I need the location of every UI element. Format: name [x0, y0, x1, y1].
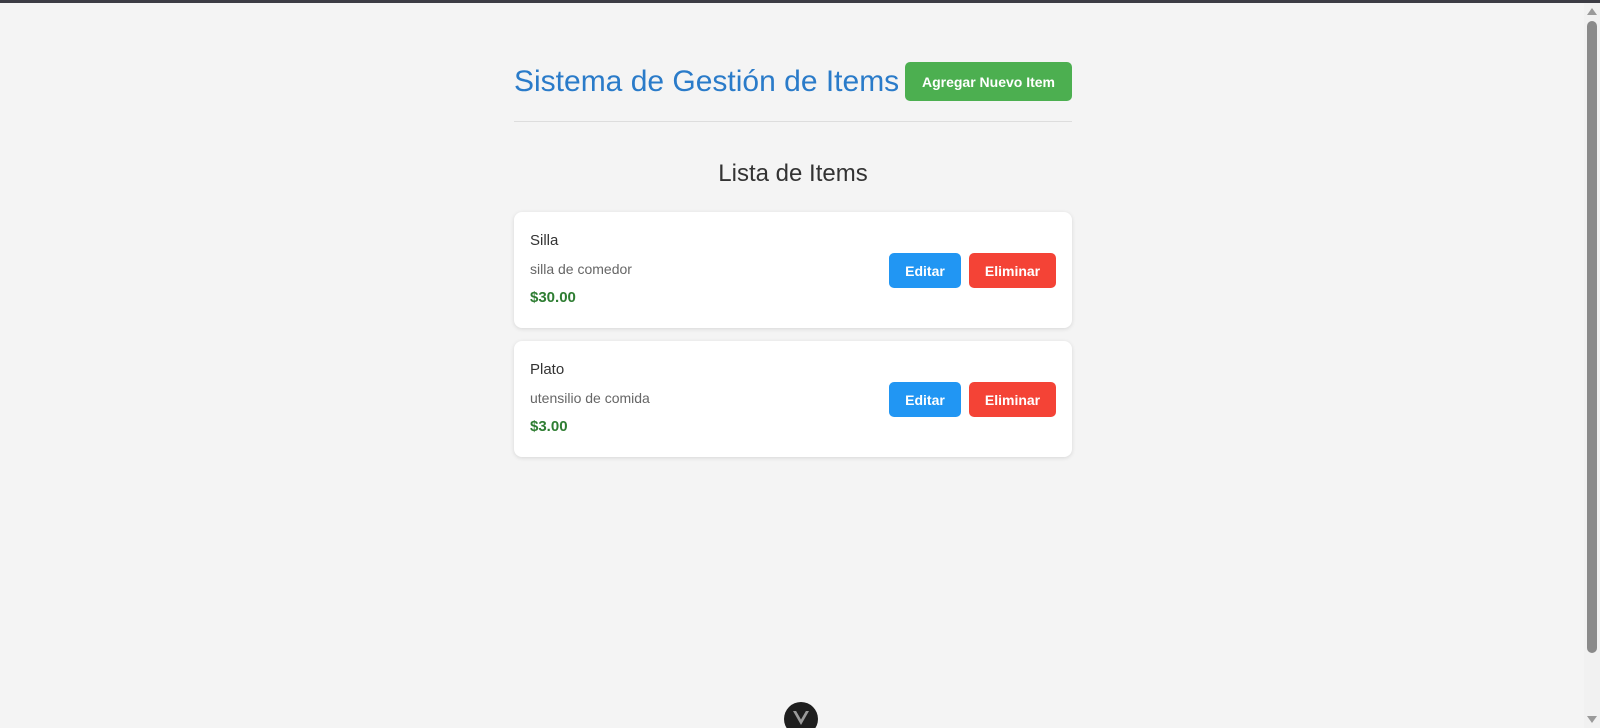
edit-button[interactable]: Editar — [889, 382, 961, 417]
item-description: silla de comedor — [530, 261, 632, 277]
page-title: Sistema de Gestión de Items — [514, 65, 900, 98]
list-title: Lista de Items — [718, 160, 868, 187]
item-card: Plato utensilio de comida $3.00 Editar E… — [514, 341, 1072, 457]
delete-button[interactable]: Eliminar — [969, 382, 1056, 417]
scrollbar-thumb[interactable] — [1587, 21, 1597, 653]
vue-logo-icon — [793, 711, 809, 725]
scroll-down-icon[interactable] — [1587, 716, 1597, 723]
item-price: $3.00 — [530, 418, 568, 435]
item-name: Silla — [530, 232, 559, 249]
item-card: Silla silla de comedor $30.00 Editar Eli… — [514, 212, 1072, 328]
delete-button[interactable]: Eliminar — [969, 253, 1056, 288]
scroll-up-icon[interactable] — [1587, 8, 1597, 15]
vue-devtools-toggle[interactable] — [784, 702, 818, 728]
add-item-button[interactable]: Agregar Nuevo Item — [905, 62, 1072, 101]
window-top-border — [0, 0, 1600, 3]
edit-button[interactable]: Editar — [889, 253, 961, 288]
item-description: utensilio de comida — [530, 390, 650, 406]
item-name: Plato — [530, 361, 565, 378]
item-price: $30.00 — [530, 289, 576, 306]
page-header: Sistema de Gestión de Items Agregar Nuev… — [514, 62, 1072, 122]
page-scrollbar[interactable] — [1584, 3, 1600, 728]
